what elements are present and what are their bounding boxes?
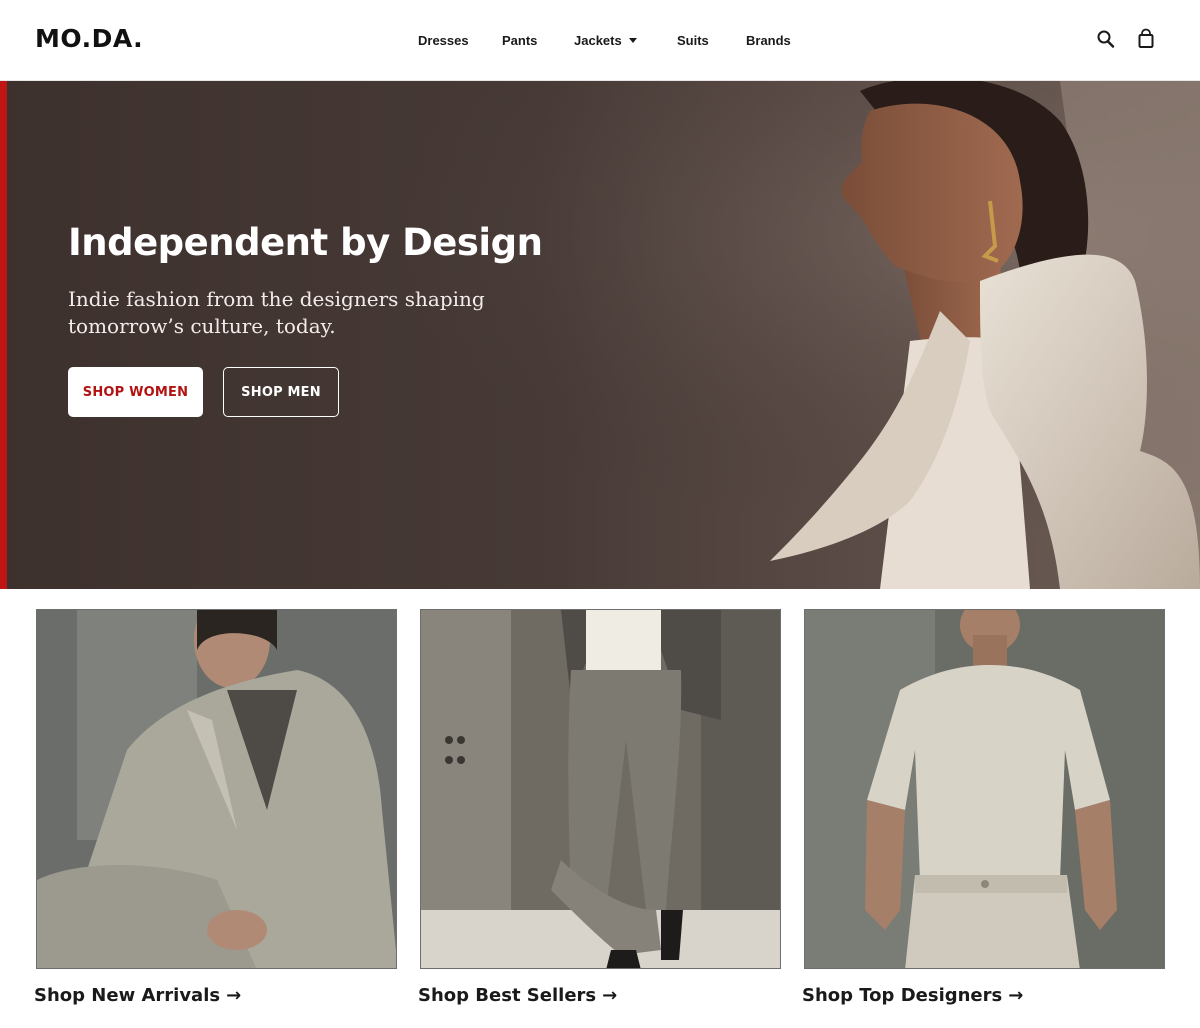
chevron-down-icon	[628, 38, 637, 43]
hero-banner: Independent by Design Indie fashion from…	[0, 81, 1200, 589]
nav-item-dresses[interactable]: Dresses	[418, 33, 469, 48]
main-nav: Dresses Pants Jackets Suits Brands	[0, 33, 1200, 53]
new-arrivals-image[interactable]	[36, 609, 397, 969]
hero-title: Independent by Design	[68, 221, 543, 264]
nav-item-pants[interactable]: Pants	[502, 33, 537, 48]
shop-women-button[interactable]: SHOP WOMEN	[68, 367, 203, 417]
card-label: Shop New Arrivals	[34, 985, 221, 1006]
shop-new-arrivals-link[interactable]: Shop New Arrivals →	[34, 985, 241, 1006]
nav-item-suits[interactable]: Suits	[677, 33, 709, 48]
card-label: Shop Top Designers	[802, 985, 1003, 1006]
top-designers-image[interactable]	[804, 609, 1165, 969]
nav-item-brands[interactable]: Brands	[746, 33, 791, 48]
shop-top-designers-link[interactable]: Shop Top Designers →	[802, 985, 1023, 1006]
shopping-bag-icon[interactable]	[1136, 28, 1158, 52]
shop-best-sellers-link[interactable]: Shop Best Sellers →	[418, 985, 617, 1006]
nav-item-jackets[interactable]: Jackets	[574, 33, 637, 48]
arrow-right-icon: →	[602, 985, 618, 1006]
hero-accent-bar	[0, 81, 7, 589]
shop-men-button[interactable]: SHOP MEN	[223, 367, 339, 417]
nav-item-jackets-label: Jackets	[574, 33, 622, 48]
search-icon[interactable]	[1096, 28, 1118, 52]
card-label: Shop Best Sellers	[418, 985, 597, 1006]
category-card-best-sellers[interactable]: Shop Best Sellers →	[418, 609, 781, 1006]
best-sellers-image[interactable]	[420, 609, 781, 969]
site-header: MO.DA. Dresses Pants Jackets Suits Brand…	[0, 0, 1200, 81]
category-card-top-designers[interactable]: Shop Top Designers →	[802, 609, 1165, 1006]
hero-subtitle: Indie fashion from the designers shaping…	[68, 287, 485, 338]
arrow-right-icon: →	[1008, 985, 1024, 1006]
arrow-right-icon: →	[226, 985, 242, 1006]
category-card-new-arrivals[interactable]: Shop New Arrivals →	[34, 609, 397, 1006]
